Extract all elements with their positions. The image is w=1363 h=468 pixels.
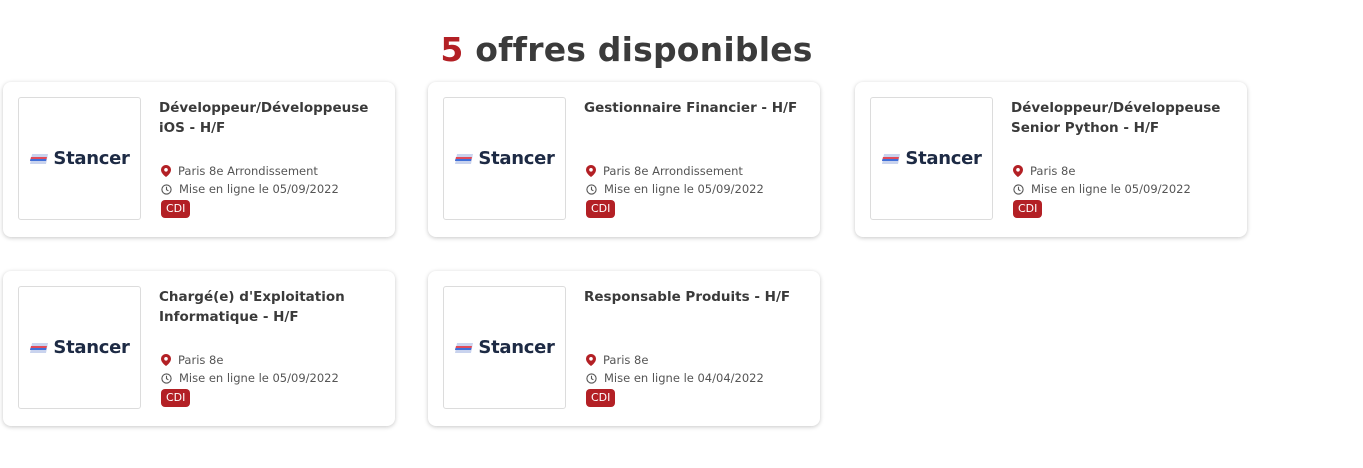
company-name: Stancer xyxy=(478,148,555,169)
stancer-logo-icon xyxy=(29,153,49,165)
company-logo[interactable]: Stancer xyxy=(443,97,566,220)
company-name: Stancer xyxy=(905,148,982,169)
job-title[interactable]: Développeur/Développeuse Senior Python -… xyxy=(1011,98,1231,138)
map-pin-icon xyxy=(586,354,596,366)
contract-badge: CDI xyxy=(161,200,191,218)
job-card[interactable]: Stancer Chargé(e) d'Exploitation Informa… xyxy=(3,271,395,426)
job-date: Mise en ligne le 05/09/2022 xyxy=(586,182,764,196)
job-title[interactable]: Chargé(e) d'Exploitation Informatique - … xyxy=(159,287,379,327)
contract-badge: CDI xyxy=(161,389,191,407)
job-date: Mise en ligne le 05/09/2022 xyxy=(161,371,339,385)
job-location: Paris 8e xyxy=(586,353,648,367)
map-pin-icon xyxy=(586,165,596,177)
job-card[interactable]: Stancer Développeur/Développeuse iOS - H… xyxy=(3,82,395,237)
offer-count: 5 xyxy=(440,30,464,70)
company-logo[interactable]: Stancer xyxy=(18,97,141,220)
company-name: Stancer xyxy=(53,337,130,358)
stancer-logo-icon xyxy=(881,153,901,165)
job-location-text: Paris 8e xyxy=(603,353,649,367)
job-title[interactable]: Responsable Produits - H/F xyxy=(584,287,804,307)
stancer-logo-icon xyxy=(454,153,474,165)
map-pin-icon xyxy=(161,165,171,177)
job-card[interactable]: Stancer Développeur/Développeuse Senior … xyxy=(855,82,1247,237)
job-date: Mise en ligne le 04/04/2022 xyxy=(586,371,764,385)
job-date-text: Mise en ligne le 05/09/2022 xyxy=(604,182,764,196)
clock-icon xyxy=(1013,183,1024,195)
contract-badge: CDI xyxy=(1013,200,1043,218)
stancer-logo-icon xyxy=(454,342,474,354)
contract-badge: CDI xyxy=(586,389,616,407)
clock-icon xyxy=(161,372,172,384)
company-logo[interactable]: Stancer xyxy=(18,286,141,409)
job-location-text: Paris 8e Arrondissement xyxy=(603,164,743,178)
contract-badge: CDI xyxy=(586,200,616,218)
company-name: Stancer xyxy=(478,337,555,358)
job-date: Mise en ligne le 05/09/2022 xyxy=(161,182,339,196)
page-title: 5 offres disponibles xyxy=(0,30,1253,69)
company-name: Stancer xyxy=(53,148,130,169)
map-pin-icon xyxy=(1013,165,1023,177)
job-card[interactable]: Stancer Gestionnaire Financier - H/F Par… xyxy=(428,82,820,237)
job-location: Paris 8e Arrondissement xyxy=(586,164,743,178)
job-date-text: Mise en ligne le 05/09/2022 xyxy=(179,182,339,196)
job-location: Paris 8e xyxy=(161,353,223,367)
job-date-text: Mise en ligne le 04/04/2022 xyxy=(604,371,764,385)
job-title[interactable]: Gestionnaire Financier - H/F xyxy=(584,98,804,118)
job-date-text: Mise en ligne le 05/09/2022 xyxy=(1031,182,1191,196)
offer-count-label: offres disponibles xyxy=(475,30,813,70)
job-title[interactable]: Développeur/Développeuse iOS - H/F xyxy=(159,98,379,138)
job-location-text: Paris 8e xyxy=(178,353,224,367)
job-location: Paris 8e Arrondissement xyxy=(161,164,318,178)
clock-icon xyxy=(161,183,172,195)
clock-icon xyxy=(586,183,597,195)
job-location-text: Paris 8e xyxy=(1030,164,1076,178)
company-logo[interactable]: Stancer xyxy=(443,286,566,409)
stancer-logo-icon xyxy=(29,342,49,354)
job-location: Paris 8e xyxy=(1013,164,1075,178)
job-date: Mise en ligne le 05/09/2022 xyxy=(1013,182,1191,196)
clock-icon xyxy=(586,372,597,384)
job-card[interactable]: Stancer Responsable Produits - H/F Paris… xyxy=(428,271,820,426)
job-date-text: Mise en ligne le 05/09/2022 xyxy=(179,371,339,385)
job-location-text: Paris 8e Arrondissement xyxy=(178,164,318,178)
map-pin-icon xyxy=(161,354,171,366)
company-logo[interactable]: Stancer xyxy=(870,97,993,220)
